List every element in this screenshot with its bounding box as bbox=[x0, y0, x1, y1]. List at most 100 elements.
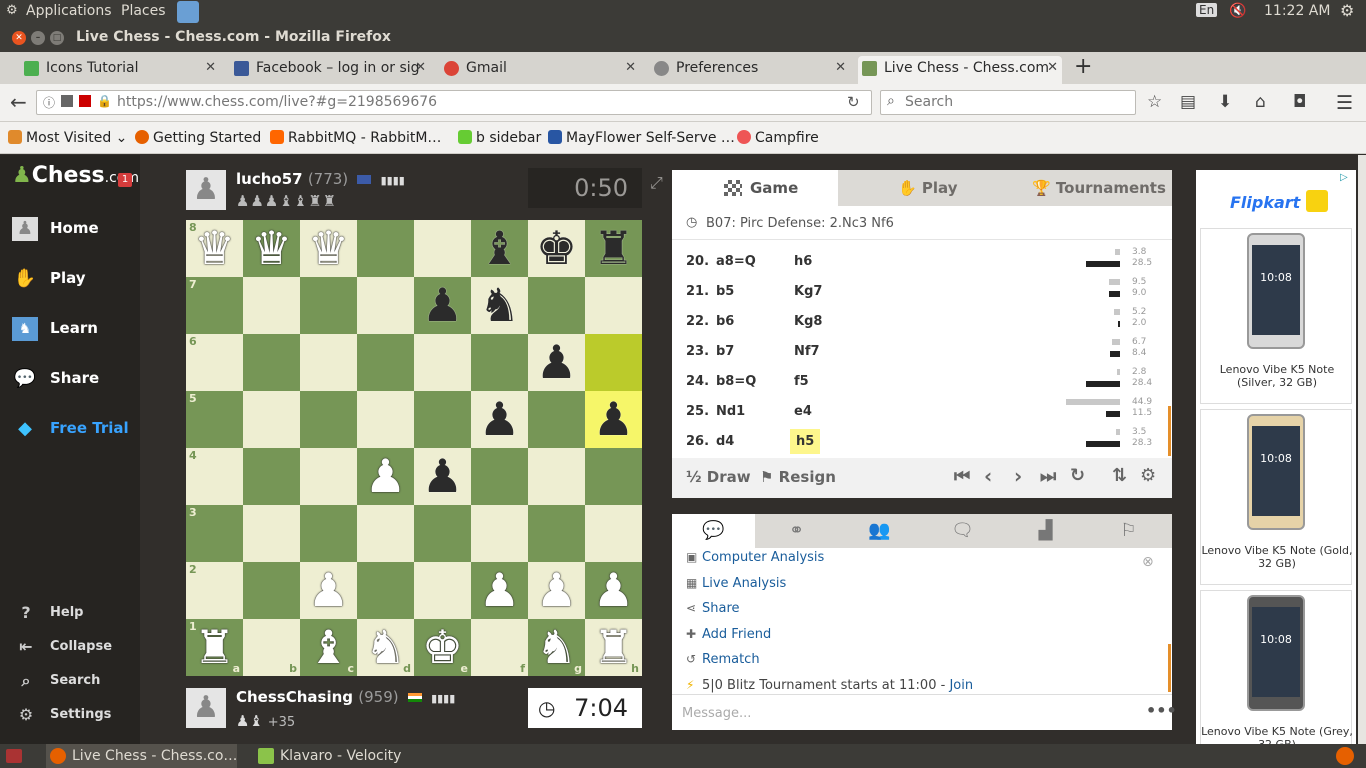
piece-d1[interactable]: ♞ bbox=[357, 619, 414, 676]
piece-a8[interactable]: ♛ bbox=[186, 220, 243, 277]
black-move[interactable]: Kg7 bbox=[794, 284, 822, 299]
close-window-button[interactable]: ✕ bbox=[12, 31, 26, 45]
white-move[interactable]: Nd1 bbox=[716, 404, 745, 419]
taskbar-firefox[interactable]: Live Chess - Chess.co… bbox=[46, 744, 238, 768]
nav-learn[interactable]: ♞ Learn bbox=[12, 315, 132, 345]
tab-icons-tutorial[interactable]: Icons Tutorial ✕ bbox=[20, 56, 220, 84]
square-b5[interactable] bbox=[243, 391, 300, 448]
close-tab-icon[interactable]: ✕ bbox=[835, 56, 846, 80]
download-icon[interactable]: ⬇ bbox=[1218, 92, 1232, 112]
piece-h2[interactable]: ♟ bbox=[585, 562, 642, 619]
bookmark-campfire[interactable]: Campfire bbox=[737, 130, 819, 146]
piece-c1[interactable]: ♝ bbox=[300, 619, 357, 676]
square-c4[interactable] bbox=[300, 448, 357, 505]
square-a2[interactable]: 2 bbox=[186, 562, 243, 619]
chat-tab-icon[interactable]: 💬 bbox=[672, 514, 755, 548]
piece-g6[interactable]: ♟ bbox=[528, 334, 585, 391]
notification-badge[interactable]: 1 bbox=[118, 173, 132, 187]
events-tab-icon[interactable]: ⚐ bbox=[1087, 514, 1170, 548]
square-d2[interactable] bbox=[357, 562, 414, 619]
square-a7[interactable]: 7 bbox=[186, 277, 243, 334]
tab-facebook[interactable]: Facebook – log in or sig ✕ bbox=[230, 56, 430, 84]
expand-icon[interactable]: ⤢ bbox=[650, 173, 663, 193]
square-a6[interactable]: 6 bbox=[186, 334, 243, 391]
tab-play[interactable]: ✋ Play bbox=[898, 170, 957, 206]
piece-c2[interactable]: ♟ bbox=[300, 562, 357, 619]
piece-f8[interactable]: ♝ bbox=[471, 220, 528, 277]
close-tab-icon[interactable]: ✕ bbox=[1047, 56, 1058, 80]
new-tab-icon[interactable]: + bbox=[1074, 54, 1092, 79]
black-move[interactable]: h6 bbox=[794, 254, 812, 269]
ad-product[interactable]: 10:08 Lenovo Vibe K5 Note (Silver, 32 GB… bbox=[1200, 228, 1352, 404]
settings-gear-icon[interactable]: ⚙ bbox=[1140, 465, 1156, 486]
add-friend-link[interactable]: ✚ Add Friend bbox=[686, 627, 771, 642]
menu-icon[interactable]: ☰ bbox=[1336, 92, 1353, 114]
ad-product[interactable]: 10:08 Lenovo Vibe K5 Note (Gold, 32 GB) bbox=[1200, 409, 1353, 585]
bookmark-most-visited[interactable]: Most Visited ⌄ bbox=[8, 130, 127, 146]
square-c3[interactable] bbox=[300, 505, 357, 562]
square-d5[interactable] bbox=[357, 391, 414, 448]
square-e5[interactable] bbox=[414, 391, 471, 448]
close-tab-icon[interactable]: ✕ bbox=[205, 56, 216, 80]
top-player-avatar[interactable]: ♟ bbox=[186, 170, 226, 210]
observers-tab-icon[interactable]: ⚭ bbox=[755, 514, 838, 548]
flip-board-icon[interactable]: ⇅ bbox=[1112, 465, 1127, 486]
tab-game[interactable]: Game bbox=[672, 170, 838, 206]
blocked-content-icon[interactable] bbox=[79, 95, 91, 107]
search-input[interactable]: ⌕ Search bbox=[880, 90, 1136, 115]
square-d8[interactable] bbox=[357, 220, 414, 277]
top-player-name[interactable]: lucho57 (773) ▮▮▮▮ bbox=[236, 170, 405, 188]
square-b7[interactable] bbox=[243, 277, 300, 334]
maximize-window-button[interactable]: □ bbox=[50, 31, 64, 45]
square-h6[interactable] bbox=[585, 334, 642, 391]
square-b2[interactable] bbox=[243, 562, 300, 619]
close-tab-icon[interactable]: ✕ bbox=[415, 56, 426, 80]
prev-move-icon[interactable]: ‹ bbox=[984, 464, 992, 488]
join-link[interactable]: Join bbox=[949, 678, 973, 693]
square-e8[interactable] bbox=[414, 220, 471, 277]
square-e2[interactable] bbox=[414, 562, 471, 619]
piece-f7[interactable]: ♞ bbox=[471, 277, 528, 334]
square-f3[interactable] bbox=[471, 505, 528, 562]
nav-home[interactable]: ♟ Home bbox=[12, 215, 132, 245]
clear-chat-icon[interactable]: ⊗ bbox=[1142, 554, 1154, 570]
first-move-icon[interactable]: ⏮ bbox=[954, 466, 970, 487]
rematch-link[interactable]: ↺ Rematch bbox=[686, 652, 760, 667]
clock[interactable]: 11:22 AM bbox=[1264, 3, 1330, 19]
square-b6[interactable] bbox=[243, 334, 300, 391]
square-e3[interactable] bbox=[414, 505, 471, 562]
tab-tournaments[interactable]: 🏆 Tournaments bbox=[1032, 170, 1166, 206]
volume-muted-icon[interactable]: 🔇 bbox=[1229, 3, 1246, 19]
page-scrollbar[interactable] bbox=[1358, 155, 1366, 745]
white-move[interactable]: b5 bbox=[716, 284, 734, 299]
piece-e4[interactable]: ♟ bbox=[414, 448, 471, 505]
pocket-icon[interactable]: ◘ bbox=[1293, 92, 1306, 112]
piece-h5[interactable]: ♟ bbox=[585, 391, 642, 448]
site-info-icon[interactable]: ⓘ bbox=[43, 94, 55, 111]
black-move[interactable]: e4 bbox=[794, 404, 812, 419]
reload-icon[interactable]: ↻ bbox=[847, 93, 860, 111]
friends-tab-icon[interactable]: 👥 bbox=[838, 514, 921, 548]
black-move[interactable]: f5 bbox=[794, 374, 809, 389]
move-list-scrollbar[interactable] bbox=[1168, 406, 1171, 456]
square-b4[interactable] bbox=[243, 448, 300, 505]
url-text[interactable]: https://www.chess.com/live?#g=2198569676 bbox=[117, 94, 437, 110]
square-f1[interactable]: f bbox=[471, 619, 528, 676]
black-move[interactable]: Kg8 bbox=[794, 314, 822, 329]
nav-free-trial[interactable]: ◆ Free Trial bbox=[12, 415, 132, 445]
piece-e7[interactable]: ♟ bbox=[414, 277, 471, 334]
ubuntu-icon[interactable]: ⚙ bbox=[6, 3, 18, 18]
square-f6[interactable] bbox=[471, 334, 528, 391]
square-d7[interactable] bbox=[357, 277, 414, 334]
nav-play[interactable]: ✋ Play bbox=[12, 265, 132, 295]
ad-product[interactable]: 10:08 Lenovo Vibe K5 Note (Grey, 32 GB) bbox=[1200, 590, 1353, 766]
next-move-icon[interactable]: › bbox=[1014, 464, 1022, 488]
advertisement[interactable]: ▷ Flipkart 10:08 Lenovo Vibe K5 Note (Si… bbox=[1196, 170, 1356, 766]
square-c5[interactable] bbox=[300, 391, 357, 448]
piece-c8[interactable]: ♛ bbox=[300, 220, 357, 277]
piece-d4[interactable]: ♟ bbox=[357, 448, 414, 505]
tracking-icon[interactable] bbox=[61, 95, 73, 107]
chat-scrollbar[interactable] bbox=[1168, 644, 1171, 692]
square-g7[interactable] bbox=[528, 277, 585, 334]
stats-tab-icon[interactable]: ▟ bbox=[1004, 514, 1087, 548]
